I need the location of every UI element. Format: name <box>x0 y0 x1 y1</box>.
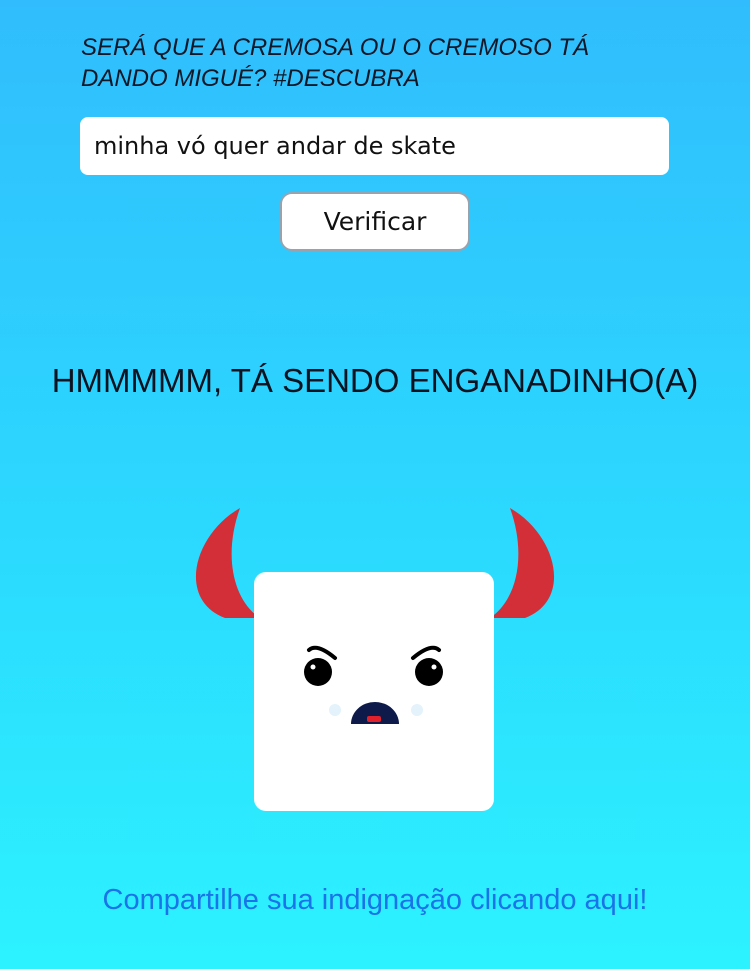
result-text: HMMMMM, TÁ SENDO ENGANADINHO(A) <box>51 362 699 399</box>
share-link[interactable]: Compartilhe sua indignação clicando aqui… <box>0 884 750 917</box>
angry-devil-marshmallow-icon <box>195 508 555 811</box>
right-cheek <box>411 704 423 716</box>
right-eye <box>415 658 443 686</box>
title-line-2: DANDO MIGUÉ? #DESCUBRA <box>81 65 420 92</box>
left-horn <box>195 508 260 618</box>
message-input[interactable] <box>80 117 669 175</box>
mascot-body <box>254 572 494 811</box>
right-horn <box>490 508 555 618</box>
title-line-1: SERÁ QUE A CREMOSA OU O CREMOSO TÁ <box>81 34 590 61</box>
left-eye <box>304 658 332 686</box>
left-cheek <box>329 704 341 716</box>
verify-button[interactable]: Verificar <box>280 192 470 251</box>
tongue <box>367 716 381 722</box>
page-title: SERÁ QUE A CREMOSA OU O CREMOSO TÁ DANDO… <box>81 32 681 94</box>
